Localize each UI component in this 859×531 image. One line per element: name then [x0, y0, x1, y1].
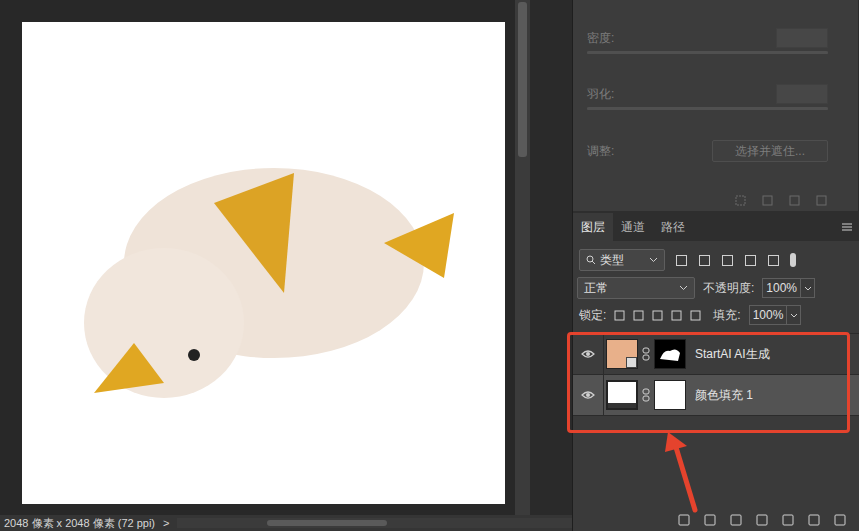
property-field: 羽化: — [587, 84, 828, 140]
chevron-down-icon — [679, 285, 688, 291]
link-layers-icon[interactable] — [677, 514, 691, 526]
layer-thumbnail — [606, 339, 638, 369]
canvas[interactable] — [22, 22, 505, 504]
layer-row[interactable]: 颜色填充 1 — [573, 375, 859, 416]
property-field: 密度: — [587, 28, 828, 84]
property-input[interactable] — [776, 28, 828, 48]
smart-filter-icon[interactable] — [767, 254, 780, 267]
link-icon[interactable] — [642, 388, 650, 402]
delete-icon[interactable] — [833, 514, 847, 526]
status-menu-button[interactable]: > — [163, 518, 169, 529]
fill-input[interactable]: 100% — [749, 305, 802, 325]
document-area: 2048 像素 x 2048 像素 (72 ppi) > — [0, 0, 572, 531]
blend-mode-dropdown[interactable]: 正常 — [577, 277, 695, 299]
app: 2048 像素 x 2048 像素 (72 ppi) > 密度:羽化:调整:选择并遮… — [0, 0, 859, 531]
panel-tab[interactable]: 图层 — [573, 213, 613, 241]
panel-menu-icon[interactable] — [841, 213, 853, 241]
shape-filter-icon[interactable] — [744, 254, 757, 267]
property-slider[interactable] — [587, 107, 828, 110]
layer-name[interactable]: 颜色填充 1 — [695, 386, 753, 404]
vertical-scrollbar[interactable] — [515, 0, 530, 515]
chevron-down-icon — [790, 313, 798, 318]
panel-tab[interactable]: 通道 — [613, 213, 653, 241]
right-panel: 密度:羽化:调整:选择并遮住...图层通道路径类型正常不透明度:100%锁定:填… — [572, 0, 859, 531]
layer-mask — [654, 380, 686, 410]
add-mask-icon[interactable] — [729, 514, 743, 526]
lock-move-icon[interactable] — [652, 310, 663, 321]
select-and-mask-button[interactable]: 选择并遮住... — [712, 140, 828, 162]
layers-panel: 图层通道路径类型正常不透明度:100%锁定:填充:100%StartAI AI生… — [573, 211, 859, 531]
layer-mask — [654, 339, 686, 369]
lock-all-icon[interactable] — [690, 310, 701, 321]
status-bar: 2048 像素 x 2048 像素 (72 ppi) > — [0, 515, 572, 531]
layer-list: StartAI AI生成颜色填充 1 — [573, 333, 859, 416]
trash-icon[interactable] — [815, 194, 828, 207]
group-icon[interactable] — [781, 514, 795, 526]
opacity-input[interactable]: 100% — [762, 278, 815, 298]
search-icon — [586, 255, 596, 265]
horizontal-scrollbar[interactable] — [177, 518, 572, 528]
fx-icon[interactable] — [703, 514, 717, 526]
layer-row[interactable]: StartAI AI生成 — [573, 334, 859, 375]
type-filter-icon[interactable] — [721, 254, 734, 267]
eye-icon[interactable] — [581, 390, 595, 400]
document-size: 2048 像素 x 2048 像素 (72 ppi) — [4, 518, 155, 529]
lock-pixels-icon[interactable] — [614, 310, 625, 321]
filter-dropdown[interactable]: 类型 — [579, 249, 665, 271]
adjustment-layer-icon[interactable] — [755, 514, 769, 526]
chevron-down-icon — [649, 257, 658, 263]
layer-name[interactable]: StartAI AI生成 — [695, 345, 770, 363]
adjustment-filter-icon[interactable] — [698, 254, 711, 267]
highlight-box — [567, 332, 850, 433]
photo-image — [54, 93, 474, 433]
arrow-annotation-icon — [655, 430, 705, 515]
property-slider[interactable] — [587, 51, 828, 54]
filter-toggle[interactable] — [790, 253, 796, 267]
eye-icon[interactable] — [581, 349, 595, 359]
selection-icon[interactable] — [734, 194, 747, 207]
layer-thumbnail — [606, 380, 638, 410]
panel-tabs: 图层通道路径 — [573, 211, 859, 241]
link-icon[interactable] — [642, 347, 650, 361]
lock-artboard-icon[interactable] — [671, 310, 682, 321]
properties-panel: 密度:羽化:调整:选择并遮住... — [573, 0, 859, 211]
eye-toggle-icon[interactable] — [788, 194, 801, 207]
image-filter-icon[interactable] — [675, 254, 688, 267]
canvas-area — [0, 0, 515, 515]
panel-tab[interactable]: 路径 — [653, 213, 693, 241]
apply-mask-icon[interactable] — [761, 194, 774, 207]
new-layer-icon[interactable] — [807, 514, 821, 526]
property-input[interactable] — [776, 84, 828, 104]
lock-paint-icon[interactable] — [633, 310, 644, 321]
chevron-down-icon — [804, 286, 812, 291]
